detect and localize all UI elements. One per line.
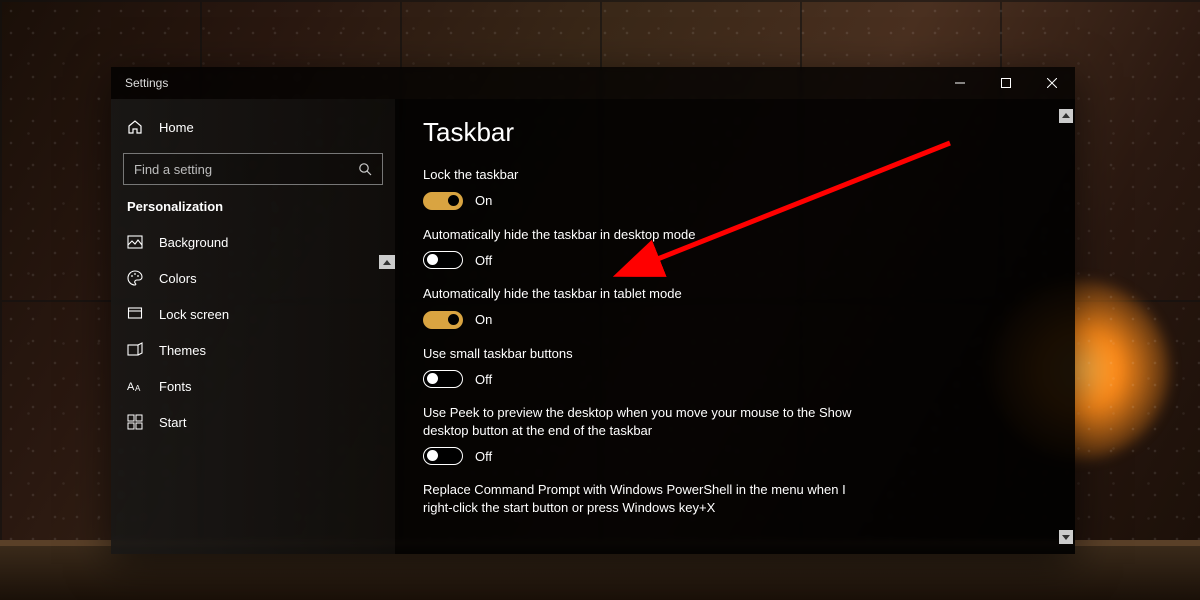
picture-icon bbox=[127, 234, 143, 250]
window-title: Settings bbox=[125, 76, 168, 90]
toggle-autohide-tablet[interactable] bbox=[423, 311, 463, 329]
sidebar-item-label: Fonts bbox=[159, 379, 192, 394]
sidebar-section-header: Personalization bbox=[111, 199, 395, 224]
themes-icon bbox=[127, 342, 143, 358]
minimize-button[interactable] bbox=[937, 67, 983, 99]
setting-label: Use Peek to preview the desktop when you… bbox=[423, 404, 863, 439]
content-pane: Taskbar Lock the taskbar On Automaticall… bbox=[395, 99, 1075, 554]
sidebar-item-fonts[interactable]: AA Fonts bbox=[111, 368, 395, 404]
setting-peek: Use Peek to preview the desktop when you… bbox=[423, 404, 1035, 465]
svg-text:A: A bbox=[135, 384, 141, 393]
sidebar-item-start[interactable]: Start bbox=[111, 404, 395, 440]
setting-label: Lock the taskbar bbox=[423, 166, 863, 184]
toggle-peek[interactable] bbox=[423, 447, 463, 465]
toggle-state: Off bbox=[475, 253, 492, 268]
lockscreen-icon bbox=[127, 306, 143, 322]
search-icon bbox=[357, 161, 372, 177]
sidebar-item-label: Lock screen bbox=[159, 307, 229, 322]
toggle-state: On bbox=[475, 312, 492, 327]
scroll-down-icon[interactable] bbox=[1059, 530, 1073, 544]
sidebar-item-label: Background bbox=[159, 235, 228, 250]
content-scrollbar[interactable] bbox=[1059, 109, 1073, 544]
toggle-state: Off bbox=[475, 449, 492, 464]
window-controls bbox=[937, 67, 1075, 99]
toggle-lock[interactable] bbox=[423, 192, 463, 210]
page-title: Taskbar bbox=[423, 117, 1035, 148]
sidebar-item-label: Themes bbox=[159, 343, 206, 358]
search-input-wrap[interactable] bbox=[123, 153, 383, 185]
toggle-state: Off bbox=[475, 372, 492, 387]
settings-window: Settings Home bbox=[111, 67, 1075, 554]
titlebar: Settings bbox=[111, 67, 1075, 99]
palette-icon bbox=[127, 270, 143, 286]
sidebar-item-label: Colors bbox=[159, 271, 197, 286]
maximize-button[interactable] bbox=[983, 67, 1029, 99]
setting-powershell: Replace Command Prompt with Windows Powe… bbox=[423, 481, 1035, 516]
setting-label: Use small taskbar buttons bbox=[423, 345, 863, 363]
sidebar-home[interactable]: Home bbox=[111, 109, 395, 145]
svg-text:A: A bbox=[127, 381, 135, 393]
sidebar-scroll-up[interactable] bbox=[379, 255, 395, 269]
home-icon bbox=[127, 119, 143, 135]
fonts-icon: AA bbox=[127, 378, 143, 394]
setting-label: Replace Command Prompt with Windows Powe… bbox=[423, 481, 863, 516]
setting-autohide-desktop: Automatically hide the taskbar in deskto… bbox=[423, 226, 1035, 270]
setting-label: Automatically hide the taskbar in deskto… bbox=[423, 226, 863, 244]
sidebar-home-label: Home bbox=[159, 120, 194, 135]
scroll-up-icon[interactable] bbox=[1059, 109, 1073, 123]
setting-autohide-tablet: Automatically hide the taskbar in tablet… bbox=[423, 285, 1035, 329]
toggle-state: On bbox=[475, 193, 492, 208]
setting-lock: Lock the taskbar On bbox=[423, 166, 1035, 210]
search-input[interactable] bbox=[134, 162, 357, 177]
sidebar-item-themes[interactable]: Themes bbox=[111, 332, 395, 368]
sidebar: Home Personalization Background bbox=[111, 99, 395, 554]
setting-label: Automatically hide the taskbar in tablet… bbox=[423, 285, 863, 303]
setting-small-buttons: Use small taskbar buttons Off bbox=[423, 345, 1035, 389]
toggle-autohide-desktop[interactable] bbox=[423, 251, 463, 269]
close-button[interactable] bbox=[1029, 67, 1075, 99]
sidebar-item-background[interactable]: Background bbox=[111, 224, 395, 260]
start-icon bbox=[127, 414, 143, 430]
sidebar-item-lockscreen[interactable]: Lock screen bbox=[111, 296, 395, 332]
sidebar-item-colors[interactable]: Colors bbox=[111, 260, 395, 296]
sidebar-item-label: Start bbox=[159, 415, 186, 430]
toggle-small-buttons[interactable] bbox=[423, 370, 463, 388]
